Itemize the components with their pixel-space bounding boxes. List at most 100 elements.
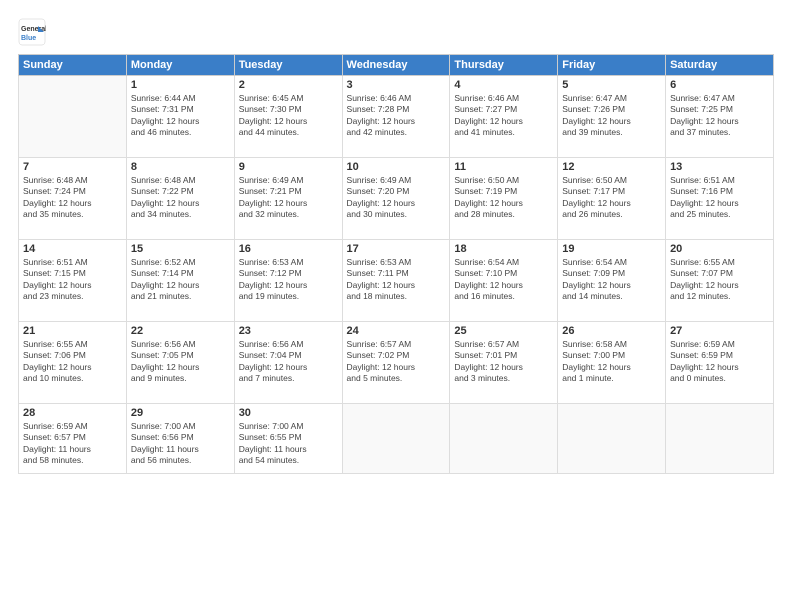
day-number: 19 <box>562 243 661 255</box>
day-number: 4 <box>454 79 553 91</box>
day-number: 22 <box>131 325 230 337</box>
calendar-cell <box>666 404 774 474</box>
day-number: 30 <box>239 407 338 419</box>
calendar-week-5: 28 Sunrise: 6:59 AM Sunset: 6:57 PM Dayli… <box>19 404 774 474</box>
day-number: 18 <box>454 243 553 255</box>
day-number: 1 <box>131 79 230 91</box>
day-header-sunday: Sunday <box>19 55 127 76</box>
cell-info: Sunrise: 6:57 AM Sunset: 7:02 PM Dayligh… <box>347 339 446 385</box>
day-number: 20 <box>670 243 769 255</box>
calendar-cell: 1 Sunrise: 6:44 AM Sunset: 7:31 PM Daylig… <box>126 76 234 158</box>
calendar-cell: 9 Sunrise: 6:49 AM Sunset: 7:21 PM Daylig… <box>234 158 342 240</box>
calendar-cell <box>450 404 558 474</box>
day-number: 27 <box>670 325 769 337</box>
calendar-cell: 12 Sunrise: 6:50 AM Sunset: 7:17 PM Dayli… <box>558 158 666 240</box>
cell-info: Sunrise: 6:58 AM Sunset: 7:00 PM Dayligh… <box>562 339 661 385</box>
cell-info: Sunrise: 6:50 AM Sunset: 7:17 PM Dayligh… <box>562 175 661 221</box>
day-number: 12 <box>562 161 661 173</box>
svg-text:Blue: Blue <box>21 35 36 42</box>
calendar-table: SundayMondayTuesdayWednesdayThursdayFrid… <box>18 54 774 474</box>
day-number: 2 <box>239 79 338 91</box>
calendar-cell: 17 Sunrise: 6:53 AM Sunset: 7:11 PM Dayli… <box>342 240 450 322</box>
cell-info: Sunrise: 6:49 AM Sunset: 7:21 PM Dayligh… <box>239 175 338 221</box>
day-header-monday: Monday <box>126 55 234 76</box>
calendar-cell: 10Sunrise: 6:49 AM Sunset: 7:20 PM Dayli… <box>342 158 450 240</box>
cell-info: Sunrise: 6:50 AM Sunset: 7:19 PM Dayligh… <box>454 175 553 221</box>
day-number: 25 <box>454 325 553 337</box>
calendar-cell: 27 Sunrise: 6:59 AM Sunset: 6:59 PM Dayli… <box>666 322 774 404</box>
cell-info: Sunrise: 6:55 AM Sunset: 7:07 PM Dayligh… <box>670 257 769 303</box>
calendar-cell: 22Sunrise: 6:56 AM Sunset: 7:05 PM Dayli… <box>126 322 234 404</box>
calendar-page: General Blue SundayMondayTuesdayWednesda… <box>0 0 792 612</box>
cell-info: Sunrise: 6:59 AM Sunset: 6:57 PM Dayligh… <box>23 421 122 467</box>
day-number: 13 <box>670 161 769 173</box>
day-number: 7 <box>23 161 122 173</box>
logo-icon: General Blue <box>18 18 46 46</box>
calendar-cell: 26 Sunrise: 6:58 AM Sunset: 7:00 PM Dayli… <box>558 322 666 404</box>
calendar-cell: 2 Sunrise: 6:45 AM Sunset: 7:30 PM Daylig… <box>234 76 342 158</box>
calendar-cell: 23Sunrise: 6:56 AM Sunset: 7:04 PM Dayli… <box>234 322 342 404</box>
calendar-cell: 7 Sunrise: 6:48 AM Sunset: 7:24 PM Daylig… <box>19 158 127 240</box>
cell-info: Sunrise: 6:57 AM Sunset: 7:01 PM Dayligh… <box>454 339 553 385</box>
day-number: 16 <box>239 243 338 255</box>
cell-info: Sunrise: 6:47 AM Sunset: 7:26 PM Dayligh… <box>562 93 661 139</box>
day-number: 5 <box>562 79 661 91</box>
calendar-cell: 5 Sunrise: 6:47 AM Sunset: 7:26 PM Daylig… <box>558 76 666 158</box>
day-number: 23 <box>239 325 338 337</box>
cell-info: Sunrise: 6:49 AM Sunset: 7:20 PM Dayligh… <box>347 175 446 221</box>
day-number: 14 <box>23 243 122 255</box>
day-number: 15 <box>131 243 230 255</box>
cell-info: Sunrise: 6:44 AM Sunset: 7:31 PM Dayligh… <box>131 93 230 139</box>
cell-info: Sunrise: 6:51 AM Sunset: 7:15 PM Dayligh… <box>23 257 122 303</box>
day-number: 6 <box>670 79 769 91</box>
calendar-cell <box>558 404 666 474</box>
day-header-tuesday: Tuesday <box>234 55 342 76</box>
cell-info: Sunrise: 6:55 AM Sunset: 7:06 PM Dayligh… <box>23 339 122 385</box>
calendar-cell: 29Sunrise: 7:00 AM Sunset: 6:56 PM Dayli… <box>126 404 234 474</box>
calendar-cell: 3Sunrise: 6:46 AM Sunset: 7:28 PM Daylig… <box>342 76 450 158</box>
calendar-cell <box>19 76 127 158</box>
header: General Blue <box>18 18 774 46</box>
calendar-cell: 30 Sunrise: 7:00 AM Sunset: 6:55 PM Dayli… <box>234 404 342 474</box>
calendar-cell: 18 Sunrise: 6:54 AM Sunset: 7:10 PM Dayli… <box>450 240 558 322</box>
cell-info: Sunrise: 6:51 AM Sunset: 7:16 PM Dayligh… <box>670 175 769 221</box>
day-number: 24 <box>347 325 446 337</box>
calendar-cell: 4 Sunrise: 6:46 AM Sunset: 7:27 PM Daylig… <box>450 76 558 158</box>
cell-info: Sunrise: 6:45 AM Sunset: 7:30 PM Dayligh… <box>239 93 338 139</box>
day-number: 26 <box>562 325 661 337</box>
cell-info: Sunrise: 6:54 AM Sunset: 7:09 PM Dayligh… <box>562 257 661 303</box>
cell-info: Sunrise: 7:00 AM Sunset: 6:55 PM Dayligh… <box>239 421 338 467</box>
cell-info: Sunrise: 6:46 AM Sunset: 7:27 PM Dayligh… <box>454 93 553 139</box>
calendar-cell: 19 Sunrise: 6:54 AM Sunset: 7:09 PM Dayli… <box>558 240 666 322</box>
calendar-cell: 28 Sunrise: 6:59 AM Sunset: 6:57 PM Dayli… <box>19 404 127 474</box>
cell-info: Sunrise: 6:48 AM Sunset: 7:24 PM Dayligh… <box>23 175 122 221</box>
day-number: 21 <box>23 325 122 337</box>
cell-info: Sunrise: 6:47 AM Sunset: 7:25 PM Dayligh… <box>670 93 769 139</box>
logo: General Blue <box>18 18 50 46</box>
calendar-cell: 6 Sunrise: 6:47 AM Sunset: 7:25 PM Daylig… <box>666 76 774 158</box>
calendar-cell: 8 Sunrise: 6:48 AM Sunset: 7:22 PM Daylig… <box>126 158 234 240</box>
calendar-cell <box>342 404 450 474</box>
calendar-header-row: SundayMondayTuesdayWednesdayThursdayFrid… <box>19 55 774 76</box>
calendar-week-3: 14 Sunrise: 6:51 AM Sunset: 7:15 PM Dayli… <box>19 240 774 322</box>
day-header-thursday: Thursday <box>450 55 558 76</box>
cell-info: Sunrise: 6:53 AM Sunset: 7:12 PM Dayligh… <box>239 257 338 303</box>
day-number: 17 <box>347 243 446 255</box>
day-header-friday: Friday <box>558 55 666 76</box>
calendar-cell: 11 Sunrise: 6:50 AM Sunset: 7:19 PM Dayli… <box>450 158 558 240</box>
cell-info: Sunrise: 6:48 AM Sunset: 7:22 PM Dayligh… <box>131 175 230 221</box>
day-number: 9 <box>239 161 338 173</box>
day-number: 28 <box>23 407 122 419</box>
calendar-cell: 14 Sunrise: 6:51 AM Sunset: 7:15 PM Dayli… <box>19 240 127 322</box>
calendar-cell: 25 Sunrise: 6:57 AM Sunset: 7:01 PM Dayli… <box>450 322 558 404</box>
calendar-cell: 13 Sunrise: 6:51 AM Sunset: 7:16 PM Dayli… <box>666 158 774 240</box>
day-number: 11 <box>454 161 553 173</box>
calendar-cell: 15Sunrise: 6:52 AM Sunset: 7:14 PM Dayli… <box>126 240 234 322</box>
calendar-week-2: 7 Sunrise: 6:48 AM Sunset: 7:24 PM Daylig… <box>19 158 774 240</box>
day-header-wednesday: Wednesday <box>342 55 450 76</box>
cell-info: Sunrise: 6:59 AM Sunset: 6:59 PM Dayligh… <box>670 339 769 385</box>
day-number: 8 <box>131 161 230 173</box>
cell-info: Sunrise: 6:53 AM Sunset: 7:11 PM Dayligh… <box>347 257 446 303</box>
cell-info: Sunrise: 6:54 AM Sunset: 7:10 PM Dayligh… <box>454 257 553 303</box>
calendar-cell: 20 Sunrise: 6:55 AM Sunset: 7:07 PM Dayli… <box>666 240 774 322</box>
